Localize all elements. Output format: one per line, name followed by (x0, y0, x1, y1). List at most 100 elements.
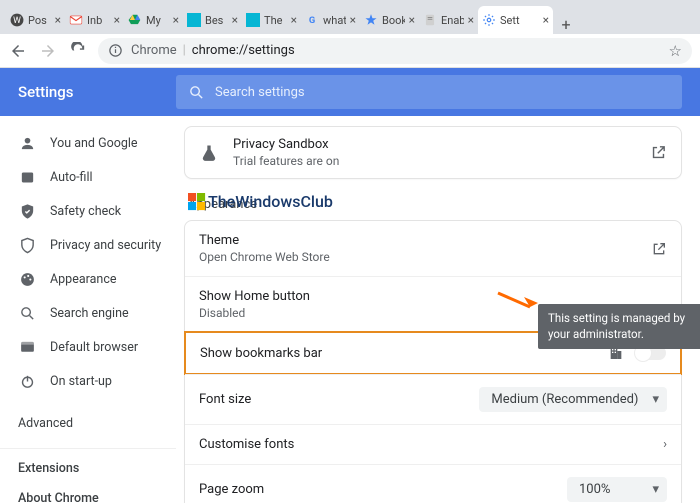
tab-twc-2[interactable]: The × (242, 6, 301, 34)
search-icon (18, 304, 36, 322)
tab-title: My (146, 14, 169, 27)
sidebar-label: Default browser (50, 340, 138, 355)
tab-settings[interactable]: Sett × (478, 6, 553, 34)
twc-icon (246, 13, 260, 27)
tab-bookmarks[interactable]: Bookm × (360, 6, 419, 34)
row-title: Page zoom (199, 482, 567, 497)
chevron-down-icon: ▾ (652, 482, 659, 497)
reload-button[interactable] (68, 41, 88, 61)
close-icon[interactable]: × (543, 13, 549, 27)
close-icon[interactable]: × (55, 13, 61, 27)
search-input[interactable] (215, 85, 670, 100)
sidebar-item-about[interactable]: About Chrome (0, 484, 176, 503)
sidebar-label: Privacy and security (50, 238, 161, 253)
tab-title: The (264, 14, 287, 27)
sidebar-label: Appearance (50, 272, 117, 287)
sidebar-label: Advanced (18, 416, 73, 431)
browser-icon (18, 338, 36, 356)
sidebar-item-advanced[interactable]: Advanced (0, 406, 176, 440)
sidebar-label: On start-up (50, 374, 112, 389)
row-subtitle: Open Chrome Web Store (199, 250, 651, 264)
row-title: Font size (199, 392, 479, 407)
search-icon (188, 84, 205, 101)
tab-title: Pos (28, 14, 51, 27)
row-theme[interactable]: Theme Open Chrome Web Store (185, 221, 681, 276)
sidebar-item-search-engine[interactable]: Search engine (0, 296, 176, 330)
page-title: Settings (18, 83, 162, 101)
tab-gmail[interactable]: Inb × (65, 6, 124, 34)
palette-icon (18, 270, 36, 288)
person-icon (18, 134, 36, 152)
tab-strip: W Pos × Inb × My × Bes × The × G what is… (0, 0, 700, 34)
close-icon[interactable]: × (468, 13, 474, 27)
flask-icon (199, 143, 219, 163)
gmail-icon (69, 13, 83, 27)
sidebar-label: Search engine (50, 306, 129, 321)
row-title: Show Home button (199, 289, 667, 304)
tab-wordpress[interactable]: W Pos × (6, 6, 65, 34)
back-button[interactable] (8, 41, 28, 61)
autofill-icon (18, 168, 36, 186)
open-in-new-icon[interactable] (651, 241, 667, 257)
address-bar: Chrome|chrome://settings ☆ (0, 34, 700, 68)
sidebar-item-startup[interactable]: On start-up (0, 364, 176, 398)
url-text: Chrome|chrome://settings (131, 43, 295, 58)
sidebar-label: Auto-fill (50, 170, 93, 185)
tab-title: Bookm (382, 14, 405, 27)
close-icon[interactable]: × (291, 13, 297, 27)
row-font-size: Font size Medium (Recommended) ▾ (185, 374, 681, 424)
sidebar-item-you-and-google[interactable]: You and Google (0, 126, 176, 160)
row-title: Customise fonts (199, 437, 663, 452)
annotation-arrow-icon (496, 289, 540, 317)
svg-text:W: W (13, 16, 21, 26)
dropdown-value: Medium (Recommended) (491, 392, 638, 407)
google-icon: G (305, 13, 319, 27)
managed-tooltip: This setting is managed by your administ… (538, 304, 700, 349)
dropdown-value: 100% (579, 482, 610, 497)
omnibox[interactable]: Chrome|chrome://settings ☆ (98, 38, 692, 64)
bookmark-star-icon[interactable]: ☆ (669, 42, 682, 60)
sidebar-item-extensions[interactable]: Extensions (0, 448, 176, 484)
page-zoom-dropdown[interactable]: 100% ▾ (567, 477, 667, 502)
search-settings[interactable] (176, 75, 682, 109)
tab-title: what is (323, 14, 346, 27)
forward-button[interactable] (38, 41, 58, 61)
sidebar-label: Safety check (50, 204, 121, 219)
star-icon (364, 13, 378, 27)
tab-docs[interactable]: Enable × (419, 6, 478, 34)
site-info-icon[interactable] (108, 43, 123, 58)
sidebar: You and Google Auto-fill Safety check Pr… (0, 116, 176, 503)
shield-icon (18, 236, 36, 254)
tab-title: Inb (87, 14, 110, 27)
sidebar-item-privacy[interactable]: Privacy and security (0, 228, 176, 262)
docs-icon (423, 13, 437, 27)
close-icon[interactable]: × (409, 13, 415, 27)
row-customise-fonts[interactable]: Customise fonts › (185, 424, 681, 464)
close-icon[interactable]: × (114, 13, 120, 27)
close-icon[interactable]: × (173, 13, 179, 27)
wordpress-icon: W (10, 13, 24, 27)
chevron-down-icon: ▾ (652, 392, 659, 407)
row-title: Theme (199, 233, 651, 248)
tab-google[interactable]: G what is × (301, 6, 360, 34)
close-icon[interactable]: × (232, 13, 238, 27)
power-icon (18, 372, 36, 390)
drive-icon (128, 13, 142, 27)
settings-header: Settings (0, 68, 700, 116)
tab-drive[interactable]: My × (124, 6, 183, 34)
tab-title: Sett (500, 14, 539, 27)
font-size-dropdown[interactable]: Medium (Recommended) ▾ (479, 387, 667, 412)
tab-title: Bes (205, 14, 228, 27)
sidebar-item-default-browser[interactable]: Default browser (0, 330, 176, 364)
card-title: Privacy Sandbox (233, 137, 636, 152)
privacy-sandbox-card[interactable]: Privacy Sandbox Trial features are on (184, 126, 682, 179)
tab-twc-1[interactable]: Bes × (183, 6, 242, 34)
tab-title: Enable (441, 14, 464, 27)
sidebar-item-appearance[interactable]: Appearance (0, 262, 176, 296)
appearance-settings-card: Theme Open Chrome Web Store Show Home but… (184, 220, 682, 503)
sidebar-item-auto-fill[interactable]: Auto-fill (0, 160, 176, 194)
new-tab-button[interactable]: + (553, 15, 579, 34)
open-in-new-icon[interactable] (650, 144, 667, 161)
close-icon[interactable]: × (350, 13, 356, 27)
sidebar-item-safety-check[interactable]: Safety check (0, 194, 176, 228)
